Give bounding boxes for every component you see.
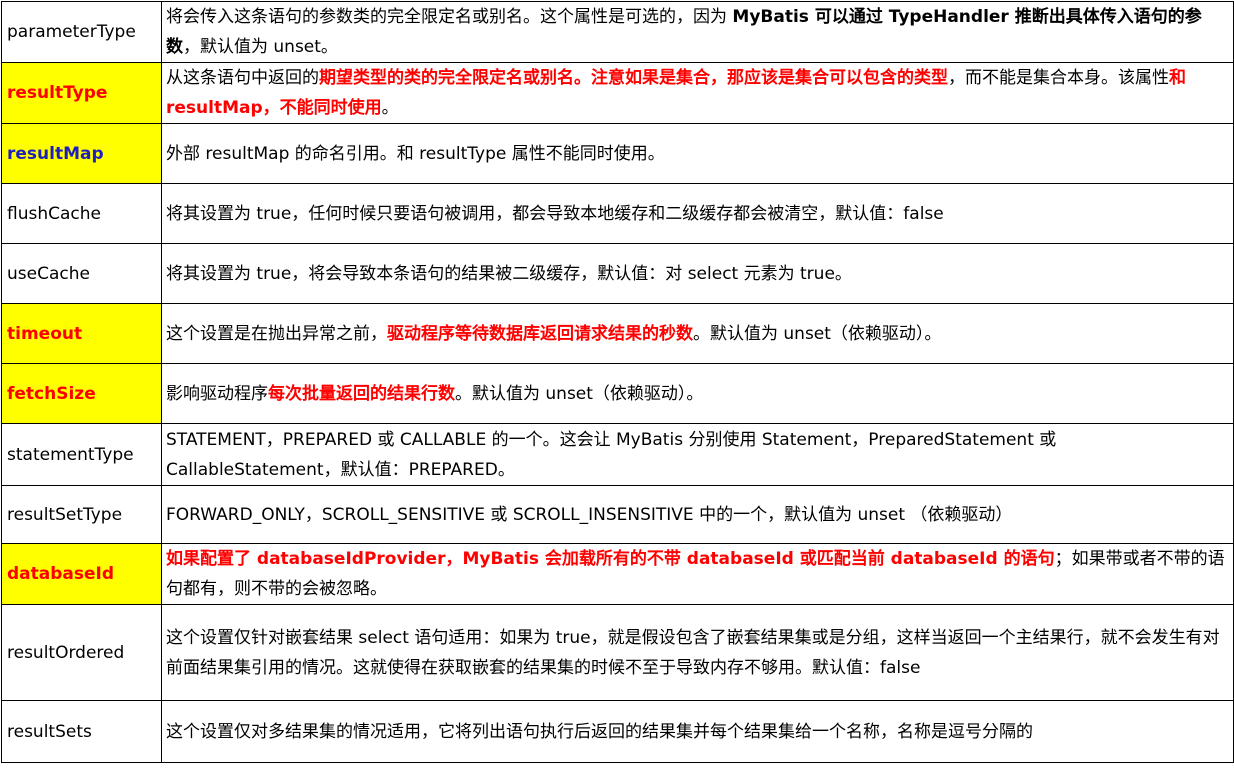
attribute-description-cell: 将其设置为 true，将会导致本条语句的结果被二级缓存，默认值：对 select… [161,243,1234,304]
table-row: resultMap 外部 resultMap 的命名引用。和 resultType… [1,123,1234,184]
description-text: 驱动程序等待数据库返回请求结果的秒数 [387,323,693,344]
description-text: FORWARD_ONLY，SCROLL_SENSITIVE 或 SCROLL_I… [166,504,1013,525]
description-text: 从这条语句中返回的 [166,68,319,88]
attribute-description-cell: 这个设置是在抛出异常之前，驱动程序等待数据库返回请求结果的秒数。默认值为 uns… [161,303,1234,364]
attribute-table-body: parameterType 将会传入这条语句的参数类的完全限定名或别名。这个属性是… [1,1,1234,763]
table-row: resultOrdered 这个设置仅针对嵌套结果 select 语句适用：如果为… [1,604,1234,701]
description-text: 如果配置了 databaseIdProvider，MyBatis 会加载所有的不… [166,549,1055,569]
description-text: 。默认值为 unset（依赖驱动）。 [455,383,704,404]
attribute-table: parameterType 将会传入这条语句的参数类的完全限定名或别名。这个属性是… [1,1,1234,763]
table-row: flushCache 将其设置为 true，任何时候只要语句被调用，都会导致本地缓… [1,183,1234,244]
attribute-name-cell: fetchSize [1,363,162,424]
attribute-name-cell: resultOrdered [1,604,162,701]
attribute-name: timeout [7,323,83,344]
attribute-name-cell: resultSetType [1,485,162,544]
description-text: ，默认值为 unset。 [183,37,338,57]
description-text: 这个设置仅对多结果集的情况适用，它将列出语句执行后返回的结果集并每个结果集给一个… [166,721,1033,742]
attribute-name-cell: databaseId [1,543,162,605]
attribute-name: resultOrdered [7,642,125,663]
table-row: databaseId 如果配置了 databaseIdProvider，MyBat… [1,543,1234,605]
attribute-name-cell: flushCache [1,183,162,244]
attribute-description-cell: 从这条语句中返回的期望类型的类的完全限定名或别名。注意如果是集合，那应该是集合可… [161,62,1234,124]
description-text: 每次批量返回的结果行数 [268,383,455,404]
attribute-name: resultType [7,83,108,103]
attribute-name-cell: parameterType [1,1,162,63]
description-text: 将会传入这条语句的参数类的完全限定名或别名。这个属性是可选的，因为 [166,7,733,27]
table-row: fetchSize 影响驱动程序每次批量返回的结果行数。默认值为 unset（依赖… [1,363,1234,424]
description-text: STATEMENT，PREPARED 或 CALLABLE 的一个。这会让 My… [166,429,1057,480]
description-text: 影响驱动程序 [166,383,268,404]
attribute-name-cell: statementType [1,423,162,486]
attribute-description-cell: STATEMENT，PREPARED 或 CALLABLE 的一个。这会让 My… [161,423,1234,486]
attribute-description-cell: 如果配置了 databaseIdProvider，MyBatis 会加载所有的不… [161,543,1234,605]
attribute-description-cell: 将其设置为 true，任何时候只要语句被调用，都会导致本地缓存和二级缓存都会被清… [161,183,1234,244]
table-row: timeout 这个设置是在抛出异常之前，驱动程序等待数据库返回请求结果的秒数。默… [1,303,1234,364]
attribute-name: parameterType [7,22,136,42]
description-text: ，而不能是集合本身。该属性 [948,68,1169,88]
attribute-name-cell: resultSets [1,700,162,763]
description-text: 外部 resultMap 的命名引用。和 resultType 属性不能同时使用… [166,143,665,164]
attribute-description-cell: 这个设置仅对多结果集的情况适用，它将列出语句执行后返回的结果集并每个结果集给一个… [161,700,1234,763]
attribute-name: useCache [7,263,90,284]
description-text: 这个设置是在抛出异常之前， [166,323,387,344]
attribute-name-cell: resultMap [1,123,162,184]
description-text: 。默认值为 unset（依赖驱动）。 [693,323,942,344]
attribute-description-cell: 将会传入这条语句的参数类的完全限定名或别名。这个属性是可选的，因为 MyBati… [161,1,1234,63]
attribute-name-cell: timeout [1,303,162,364]
attribute-name: resultSets [7,721,92,742]
table-row: statementType STATEMENT，PREPARED 或 CALLAB… [1,423,1234,486]
table-row: resultSets 这个设置仅对多结果集的情况适用，它将列出语句执行后返回的结果… [1,700,1234,763]
table-row: resultType 从这条语句中返回的期望类型的类的完全限定名或别名。注意如果是… [1,62,1234,124]
table-row: parameterType 将会传入这条语句的参数类的完全限定名或别名。这个属性是… [1,1,1234,63]
table-row: useCache 将其设置为 true，将会导致本条语句的结果被二级缓存，默认值：… [1,243,1234,304]
attribute-name: statementType [7,444,134,465]
description-text: 期望类型的类的完全限定名或别名。注意如果是集合，那应该是集合可以包含的类型 [319,68,948,88]
attribute-description-cell: 影响驱动程序每次批量返回的结果行数。默认值为 unset（依赖驱动）。 [161,363,1234,424]
attribute-name: resultSetType [7,504,123,525]
description-text: 这个设置仅针对嵌套结果 select 语句适用：如果为 true，就是假设包含了… [166,627,1220,678]
table-row: resultSetType FORWARD_ONLY，SCROLL_SENSITI… [1,485,1234,544]
description-text: 将其设置为 true，任何时候只要语句被调用，都会导致本地缓存和二级缓存都会被清… [166,203,944,224]
attribute-description-cell: FORWARD_ONLY，SCROLL_SENSITIVE 或 SCROLL_I… [161,485,1234,544]
description-text: 将其设置为 true，将会导致本条语句的结果被二级缓存，默认值：对 select… [166,263,852,284]
attribute-description-cell: 这个设置仅针对嵌套结果 select 语句适用：如果为 true，就是假设包含了… [161,604,1234,701]
attribute-name-cell: useCache [1,243,162,304]
description-text: 。 [381,98,399,118]
attribute-name: flushCache [7,203,101,224]
attribute-name: databaseId [7,564,115,584]
attribute-description-cell: 外部 resultMap 的命名引用。和 resultType 属性不能同时使用… [161,123,1234,184]
attribute-name: fetchSize [7,383,96,404]
attribute-name: resultMap [7,143,104,164]
attribute-name-cell: resultType [1,62,162,124]
